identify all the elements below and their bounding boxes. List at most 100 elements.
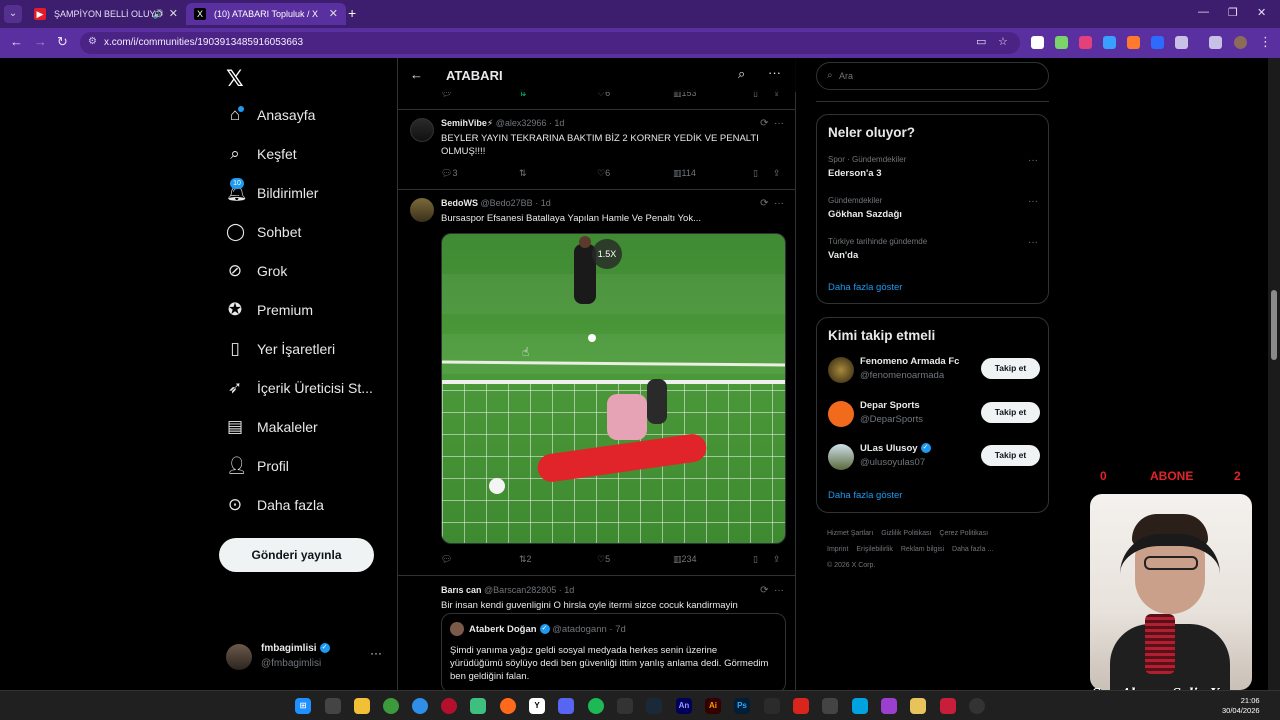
sidebar-item-notifications[interactable]: 🔔︎ 10 Bildirimler [226,178,318,207]
site-info-icon[interactable]: ⚙ [88,36,97,47]
footer-link[interactable]: Çerez Politikası [939,530,988,537]
search-icon[interactable]: ⌕ [738,66,745,82]
sidebar-item-explore[interactable]: ⌕ Keşfet [226,140,296,168]
video-player[interactable]: 1.5X ☝ [441,233,786,544]
post-time[interactable]: · 1d [535,198,551,208]
acrobat-icon[interactable] [793,698,809,714]
trend-item[interactable]: Gündemdekiler Gökhan Sazdağı ··· [828,196,1038,220]
discord-icon[interactable] [558,698,574,714]
follow-button[interactable]: Takip et [981,445,1040,466]
app-icon[interactable] [617,698,633,714]
back-arrow-icon[interactable]: ← [410,67,423,82]
footer-link[interactable]: Gizlilik Politikası [881,530,931,537]
share-icon[interactable]: ⇪ [773,554,781,565]
author-name[interactable]: Barıs can [441,585,482,595]
task-view-icon[interactable] [325,698,341,714]
follow-button[interactable]: Takip et [981,358,1040,379]
sidebar-item-grok[interactable]: ⊘ Grok [226,257,287,285]
more-icon[interactable]: ··· [1028,155,1038,166]
footer-link[interactable]: Erişilebilirlik [856,546,893,553]
author-handle[interactable]: @alex32966 [496,118,547,128]
tab-search-icon[interactable]: ⌄ [4,5,22,23]
x-logo-icon[interactable]: 𝕏 [226,66,244,92]
reply-button[interactable]: 💬︎ [441,554,452,565]
obs-icon[interactable] [969,698,985,714]
footer-link[interactable]: Daha fazla ... [952,546,993,553]
reload-icon[interactable]: ↻ [57,34,68,50]
opera-icon[interactable] [441,698,457,714]
footer-link[interactable]: Imprint [827,546,848,553]
close-window-icon[interactable]: ✕ [1257,6,1266,19]
file-explorer-icon[interactable] [354,698,370,714]
extension-icon[interactable] [1103,36,1116,49]
views-button[interactable]: ▥ 114 [673,168,696,179]
show-more-link[interactable]: Daha fazla göster [828,490,902,501]
more-icon[interactable]: ··· [1028,237,1038,248]
more-icon[interactable]: ··· [768,65,781,80]
post-button[interactable]: Gönderi yayınla [219,538,374,572]
chrome-icon[interactable] [383,698,399,714]
follow-button[interactable]: Takip et [981,402,1040,423]
post-menu-icon[interactable]: ⟳ ··· [760,118,784,129]
bookmark-icon[interactable]: ▯ [753,168,758,179]
chrome-profile-icon[interactable] [412,698,428,714]
retweet-button[interactable]: ⇅ 2 [519,554,532,565]
sidebar-item-articles[interactable]: ▤ Makaleler [226,413,318,441]
like-button[interactable]: ♡ 5 [597,554,610,565]
browser-menu-icon[interactable]: ⋮ [1259,34,1272,50]
spotify-icon[interactable] [588,698,604,714]
account-switcher[interactable]: fmbagimlisi ✓ @fmbagimlisi ··· [226,640,386,676]
scrollbar-thumb[interactable] [1271,290,1277,360]
extension-icon[interactable] [1031,36,1044,49]
show-more-link[interactable]: Daha fazla göster [828,282,902,293]
account-more-icon[interactable]: ··· [370,646,382,660]
sidebar-item-bookmarks[interactable]: ▯ Yer İşaretleri [226,335,335,363]
author-handle[interactable]: @Bedo27BB [481,198,533,208]
extensions-puzzle-icon[interactable] [1175,36,1188,49]
app-icon[interactable] [881,698,897,714]
follow-suggestion[interactable]: Fenomeno Armada Fc @fenomenoarmada Takip… [828,354,1040,386]
extension-icon[interactable] [1151,36,1164,49]
browser-tab-youtube[interactable]: ▶ ŞAMPİYON BELLİ OLUYO 🔊 ✕ [26,3,186,25]
extension-icon[interactable] [1055,36,1068,49]
system-clock[interactable]: 21:06 30/04/2026 [1222,696,1260,716]
sidebar-item-chat[interactable]: ◯ Sohbet [226,218,301,246]
extension-icon[interactable] [1127,36,1140,49]
reading-list-icon[interactable] [1209,36,1222,49]
more-icon[interactable]: ··· [1028,196,1038,207]
author-name[interactable]: BedoWS [441,198,478,208]
firefox-icon[interactable] [500,698,516,714]
retweet-button[interactable]: ⇅ [519,168,527,179]
app-icon[interactable] [940,698,956,714]
post-time[interactable]: · 1d [549,118,565,128]
bookmark-icon[interactable]: ▯ [753,554,758,565]
avatar[interactable] [410,198,434,222]
views-button[interactable]: ▥ 234 [673,554,697,565]
search-input[interactable]: ⌕ Ara [816,62,1049,90]
trend-item[interactable]: Türkiye tarihinde gündemde Van'da ··· [828,237,1038,261]
playback-speed-button[interactable]: 1.5X [592,239,622,269]
profile-avatar-icon[interactable] [1234,36,1247,49]
sidebar-item-home[interactable]: ⌂ Anasayfa [226,101,316,129]
new-tab-button[interactable]: + [348,5,356,21]
cast-icon[interactable]: ▭ [976,35,986,48]
photoshop-icon[interactable]: Ps [734,698,750,714]
app-icon[interactable] [910,698,926,714]
post-menu-icon[interactable]: ⟳ ··· [760,198,784,209]
like-button[interactable]: ♡ 6 [597,168,610,179]
quoted-post[interactable]: Ataberk Doğan ✓ @atadogann · 7d Şimdi yan… [441,613,786,690]
sidebar-item-profile[interactable]: 👤︎ Profil [226,452,289,480]
post-time[interactable]: · 1d [559,585,575,595]
animate-icon[interactable]: An [676,698,692,714]
extension-icon[interactable] [1079,36,1092,49]
footer-link[interactable]: Hizmet Şartları [827,530,873,537]
app-icon[interactable] [822,698,838,714]
browser-tab-x[interactable]: X (10) ATABARI Topluluk / X ✕ [186,3,346,25]
speaker-icon[interactable]: 🔊 [153,3,164,25]
back-icon[interactable]: ← [10,34,23,49]
sidebar-item-premium[interactable]: ✪ Premium [226,296,313,324]
reply-button[interactable]: 💬︎ 3 [441,168,457,179]
url-field[interactable]: ⚙ x.com/i/communities/190391348591605366… [80,32,1020,54]
tab-close-icon[interactable]: ✕ [169,3,178,25]
restore-icon[interactable]: ❐ [1228,6,1238,19]
